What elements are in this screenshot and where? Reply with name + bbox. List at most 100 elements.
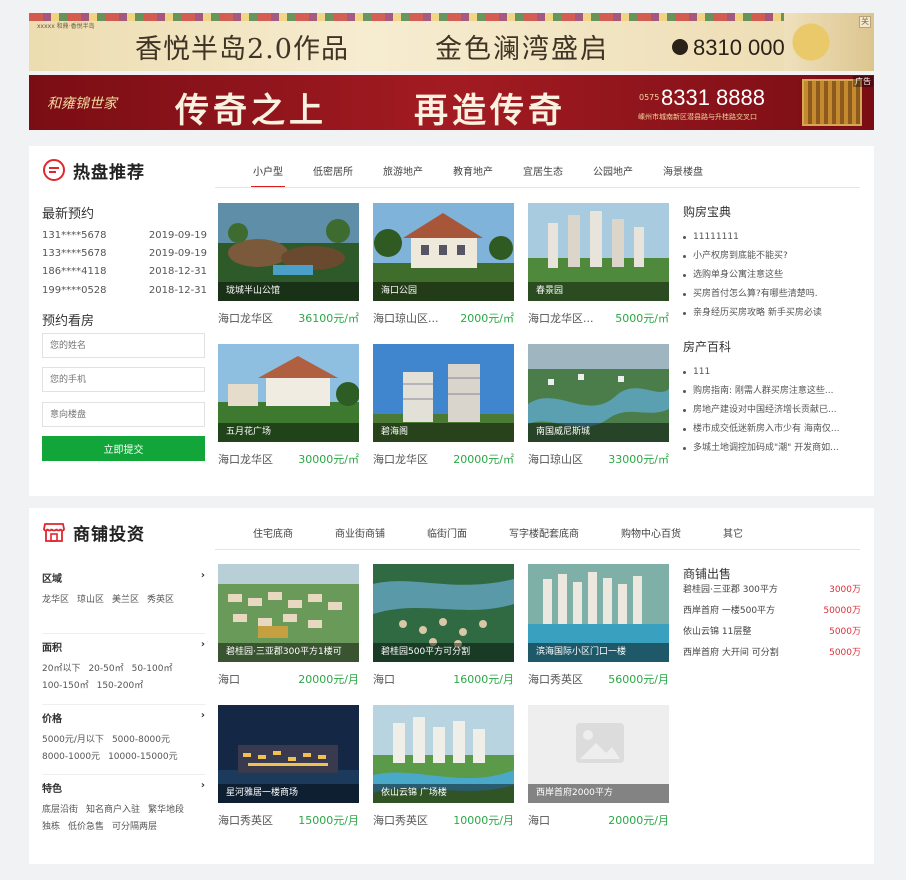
filter-option[interactable]: 5000元/月以下 [42,735,104,745]
filter-divider [42,633,205,634]
chevron-right-icon[interactable]: › [201,570,205,585]
booking-record: 131****5678 2019-09-19 [42,230,207,241]
guide-link[interactable]: 小产权房到底能不能买? [683,247,861,266]
property-card[interactable]: 珑城半山公馆 海口龙华区 36100元/㎡ [218,203,359,326]
filter-option[interactable]: 20-50㎡ [88,664,123,674]
filter-option[interactable]: 底层沿街 [42,805,78,815]
shop-price: 20000元/月 [298,673,359,686]
filter-option[interactable]: 龙华区 [42,595,69,605]
property-photo[interactable]: 珑城半山公馆 [218,203,359,301]
filter-title: 价格 [42,714,62,725]
guide-link[interactable]: 选购单身公寓注意这些 [683,266,861,285]
filter-option[interactable]: 美兰区 [112,595,139,605]
tab-office-shops[interactable]: 写字楼配套底商 [494,528,606,550]
chevron-right-icon[interactable]: › [201,780,205,795]
booking-date: 2019-09-19 [148,230,207,241]
shop-photo[interactable]: 依山云锦 广场楼 [373,705,514,803]
property-photo[interactable]: 海口公园 [373,203,514,301]
guide-link[interactable]: 亲身经历买房攻略 新手买房必读 [683,304,861,323]
filter-option[interactable]: 低价急售 [68,822,104,832]
sale-item[interactable]: 碧桂园·三亚郡 300平方 3000万 [683,580,861,601]
shop-card[interactable]: 西岸首府2000平方 海口 20000元/月 [528,705,669,828]
property-card[interactable]: 碧海阁 海口龙华区 20000元/㎡ [373,344,514,467]
property-photo[interactable]: 春景园 [528,203,669,301]
filter-option[interactable]: 20㎡以下 [42,664,80,674]
property-photo[interactable]: 南国威尼斯城 [528,344,669,442]
tab-residential-shops[interactable]: 住宅底商 [253,528,320,550]
tab-small-unit[interactable]: 小户型 [251,166,298,188]
phone-input[interactable] [42,367,205,392]
property-price: 33000元/㎡ [608,453,669,466]
filter-option[interactable]: 50-100㎡ [132,664,173,674]
tab-tourism[interactable]: 旅游地产 [368,166,438,188]
guide-link[interactable]: 买房首付怎么算?有哪些清楚吗. [683,285,861,304]
wiki-link[interactable]: 购房指南: 刚需人群买房注意这些... [683,382,861,401]
filter-option[interactable]: 8000-1000元 [42,752,100,762]
name-input[interactable] [42,333,205,358]
property-wiki-list: 111 购房指南: 刚需人群买房注意这些... 房地产建设对中国经济增长贡献已.… [683,363,861,458]
shop-location: 海口秀英区 [528,673,583,686]
property-card[interactable]: 五月花广场 海口龙华区 30000元/㎡ [218,344,359,467]
shop-card[interactable]: 滨海国际小区门口一楼 海口秀英区 56000元/月 [528,564,669,687]
filter-option[interactable]: 知名商户入驻 [86,805,140,815]
tab-mall[interactable]: 购物中心百货 [606,528,708,550]
property-card[interactable]: 南国威尼斯城 海口琼山区 33000元/㎡ [528,344,669,467]
filter-option[interactable]: 100-150㎡ [42,681,89,691]
shop-photo[interactable]: 碧桂园500平方可分割 [373,564,514,662]
ad-phone-prefix: 0575 [639,93,660,102]
ad-phone: 8310 0000 [693,35,797,60]
property-price: 2000元/㎡ [460,312,514,325]
tab-seaview[interactable]: 海景楼盘 [648,166,718,188]
shop-card[interactable]: 碧桂园·三亚郡300平方1楼可 海口 20000元/月 [218,564,359,687]
filter-title: 特色 [42,784,62,795]
tab-street-shops[interactable]: 商业街商铺 [320,528,412,550]
tab-low-density[interactable]: 低密居所 [298,166,368,188]
tab-ecology[interactable]: 宜居生态 [508,166,578,188]
top-ad-banner[interactable]: xxxxx 和鼎·香悦半岛 香悦半岛2.0作品 金色澜湾盛启 8310 0000… [29,13,874,71]
filter-option[interactable]: 琼山区 [77,595,104,605]
submit-button[interactable]: 立即提交 [42,436,205,461]
sale-price: 5000万 [829,627,861,637]
tab-divider [215,187,860,188]
filter-option[interactable]: 可分隔两层 [112,822,157,832]
sale-item[interactable]: 西岸首府 一楼500平方 50000万 [683,601,861,622]
buying-guide-title: 购房宝典 [683,205,732,219]
tab-storefront[interactable]: 临街门面 [412,528,494,550]
sale-item[interactable]: 依山云锦 11层整 5000万 [683,622,861,643]
wiki-link[interactable]: 多城土地调控加码成"潮" 开发商如... [683,439,861,458]
wiki-link[interactable]: 房地产建设对中国经济增长贡献已... [683,401,861,420]
shop-card[interactable]: 星河雅居一楼商场 海口秀英区 15000元/月 [218,705,359,828]
chevron-right-icon[interactable]: › [201,710,205,725]
wiki-link[interactable]: 111 [683,363,861,382]
filter-area: 面积 › 20㎡以下 20-50㎡ 50-100㎡ 100-150㎡ 150-200㎡ [42,639,205,695]
shop-caption: 星河雅居一楼商场 [218,784,359,803]
sale-item[interactable]: 西岸首府 大开间 可分割 5000万 [683,643,861,664]
chevron-right-icon[interactable]: › [201,639,205,654]
filter-option[interactable]: 150-200㎡ [97,681,144,691]
property-photo[interactable]: 五月花广场 [218,344,359,442]
filter-option[interactable]: 10000-15000元 [108,752,178,762]
filter-option[interactable]: 独栋 [42,822,60,832]
wiki-link[interactable]: 楼市成交低迷新房入市少有 海南仅... [683,420,861,439]
tab-other[interactable]: 其它 [708,528,758,550]
tab-park[interactable]: 公园地产 [578,166,648,188]
tab-education[interactable]: 教育地产 [438,166,508,188]
shop-card[interactable]: 依山云锦 广场楼 海口秀英区 10000元/月 [373,705,514,828]
shop-card[interactable]: 碧桂园500平方可分割 海口 16000元/月 [373,564,514,687]
property-card[interactable]: 海口公园 海口琼山区... 2000元/㎡ [373,203,514,326]
book-viewing-title: 预约看房 [42,314,95,329]
property-location: 海口龙华区 [218,453,273,466]
shop-photo[interactable]: 西岸首府2000平方 [528,705,669,803]
second-ad-banner[interactable]: 和雍锦世家 传奇之上 再造传奇 0575 8331 8888 嵊州市城南新区潜县… [29,75,874,130]
property-input[interactable] [42,402,205,427]
shop-photo[interactable]: 滨海国际小区门口一楼 [528,564,669,662]
shop-photo[interactable]: 星河雅居一楼商场 [218,705,359,803]
ad-close-button[interactable]: 关 [859,16,871,28]
shop-photo[interactable]: 碧桂园·三亚郡300平方1楼可 [218,564,359,662]
property-card[interactable]: 春景园 海口龙华区... 5000元/㎡ [528,203,669,326]
filter-option[interactable]: 5000-8000元 [112,735,170,745]
filter-option[interactable]: 秀英区 [147,595,174,605]
guide-link[interactable]: 11111111 [683,228,861,247]
filter-option[interactable]: 繁华地段 [148,805,184,815]
property-photo[interactable]: 碧海阁 [373,344,514,442]
